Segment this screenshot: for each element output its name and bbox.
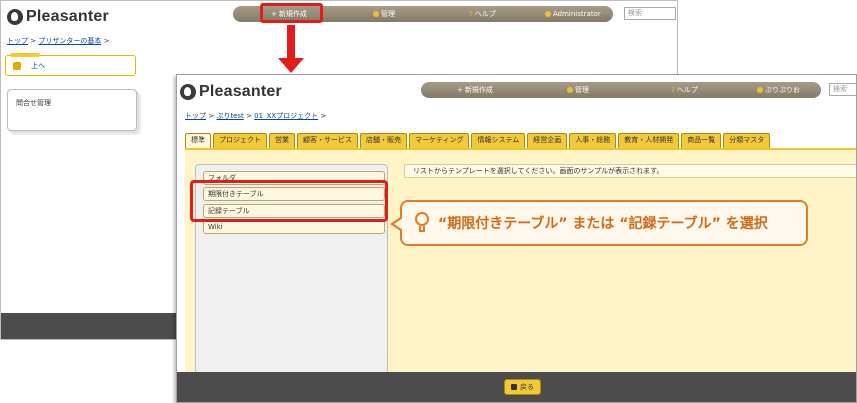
logo-text: Pleasanter xyxy=(26,8,109,25)
highlight-table-templates xyxy=(190,180,388,222)
up-button[interactable]: 上へ xyxy=(5,53,136,76)
gear-icon xyxy=(567,87,573,93)
down-arrow-head-icon xyxy=(278,58,304,73)
tab-category-master[interactable]: 分類マスタ xyxy=(723,133,771,148)
nav-manage[interactable]: 管理 xyxy=(373,6,395,22)
tab-education[interactable]: 教育・人材開発 xyxy=(618,133,680,148)
user-icon xyxy=(545,11,551,17)
template-wiki[interactable]: Wiki xyxy=(203,220,385,234)
tab-customer-service[interactable]: 顧客・サービス xyxy=(297,133,358,148)
tab-info-systems[interactable]: 情報システム xyxy=(471,133,526,148)
gear-icon xyxy=(373,11,379,17)
logo-mark-icon xyxy=(7,9,23,25)
template-instruction: リストからテンプレートを選択してください。画面のサンプルが表示されます。 xyxy=(404,164,856,178)
up-button-tab xyxy=(10,53,40,57)
tab-sales[interactable]: 営業 xyxy=(269,133,295,148)
tab-hr-general[interactable]: 人事・総務 xyxy=(569,133,617,148)
plus-icon: + xyxy=(457,86,463,94)
breadcrumb: トップ > ぷりtest > 01_XXプロジェクト > xyxy=(185,112,327,120)
search-input[interactable]: 検索 xyxy=(829,83,856,96)
nav-new[interactable]: + 新規作成 xyxy=(457,82,493,98)
user-icon xyxy=(757,87,763,93)
back-icon xyxy=(511,384,517,390)
footer-bar: 戻る xyxy=(177,372,856,402)
breadcrumb-top[interactable]: トップ xyxy=(185,112,206,120)
nav-user[interactable]: Administrator xyxy=(545,6,601,22)
tab-store-sales[interactable]: 店舗・販売 xyxy=(360,133,407,148)
breadcrumb-site[interactable]: ぷりtest xyxy=(216,112,243,120)
tab-standard[interactable]: 標準 xyxy=(185,133,211,148)
highlight-new-button xyxy=(260,3,323,23)
lightbulb-icon xyxy=(414,212,430,234)
nav-help[interactable]: ? ヘルプ xyxy=(671,82,698,98)
back-button[interactable]: 戻る xyxy=(504,379,541,395)
search-input[interactable]: 検索 xyxy=(624,7,676,20)
tab-management-planning[interactable]: 経営企画 xyxy=(527,133,568,148)
breadcrumb: トップ > プリザンターの基本 > xyxy=(7,37,110,45)
logo-mark-icon xyxy=(180,84,196,100)
up-arrow-icon xyxy=(13,62,21,70)
tab-product-list[interactable]: 商品一覧 xyxy=(681,133,722,148)
template-tabs: 標準 プロジェクト 営業 顧客・サービス 店舗・販売 マーケティング 情報システ… xyxy=(185,133,771,148)
main-nav: + 新規作成 管理 ? ヘルプ ぷりぷりお xyxy=(421,82,821,98)
app-logo[interactable]: Pleasanter xyxy=(180,83,282,101)
callout-text: “期限付きテーブル” または “記録テーブル” を選択 xyxy=(438,216,768,232)
site-card[interactable]: 問合せ管理 xyxy=(7,89,137,131)
down-arrow-icon xyxy=(287,25,295,60)
tab-project[interactable]: プロジェクト xyxy=(213,133,267,148)
question-icon: ? xyxy=(469,10,473,18)
breadcrumb-project[interactable]: 01_XXプロジェクト xyxy=(254,112,318,120)
breadcrumb-top[interactable]: トップ xyxy=(7,37,28,45)
logo-text: Pleasanter xyxy=(199,83,282,100)
instruction-callout: “期限付きテーブル” または “記録テーブル” を選択 xyxy=(390,200,808,246)
app-logo[interactable]: Pleasanter xyxy=(7,8,109,26)
tab-marketing[interactable]: マーケティング xyxy=(409,133,470,148)
nav-help[interactable]: ? ヘルプ xyxy=(469,6,496,22)
question-icon: ? xyxy=(671,86,675,94)
site-card-title: 問合せ管理 xyxy=(16,99,51,107)
nav-user[interactable]: ぷりぷりお xyxy=(757,82,800,98)
breadcrumb-site[interactable]: プリザンターの基本 xyxy=(38,37,101,45)
nav-manage[interactable]: 管理 xyxy=(567,82,589,98)
